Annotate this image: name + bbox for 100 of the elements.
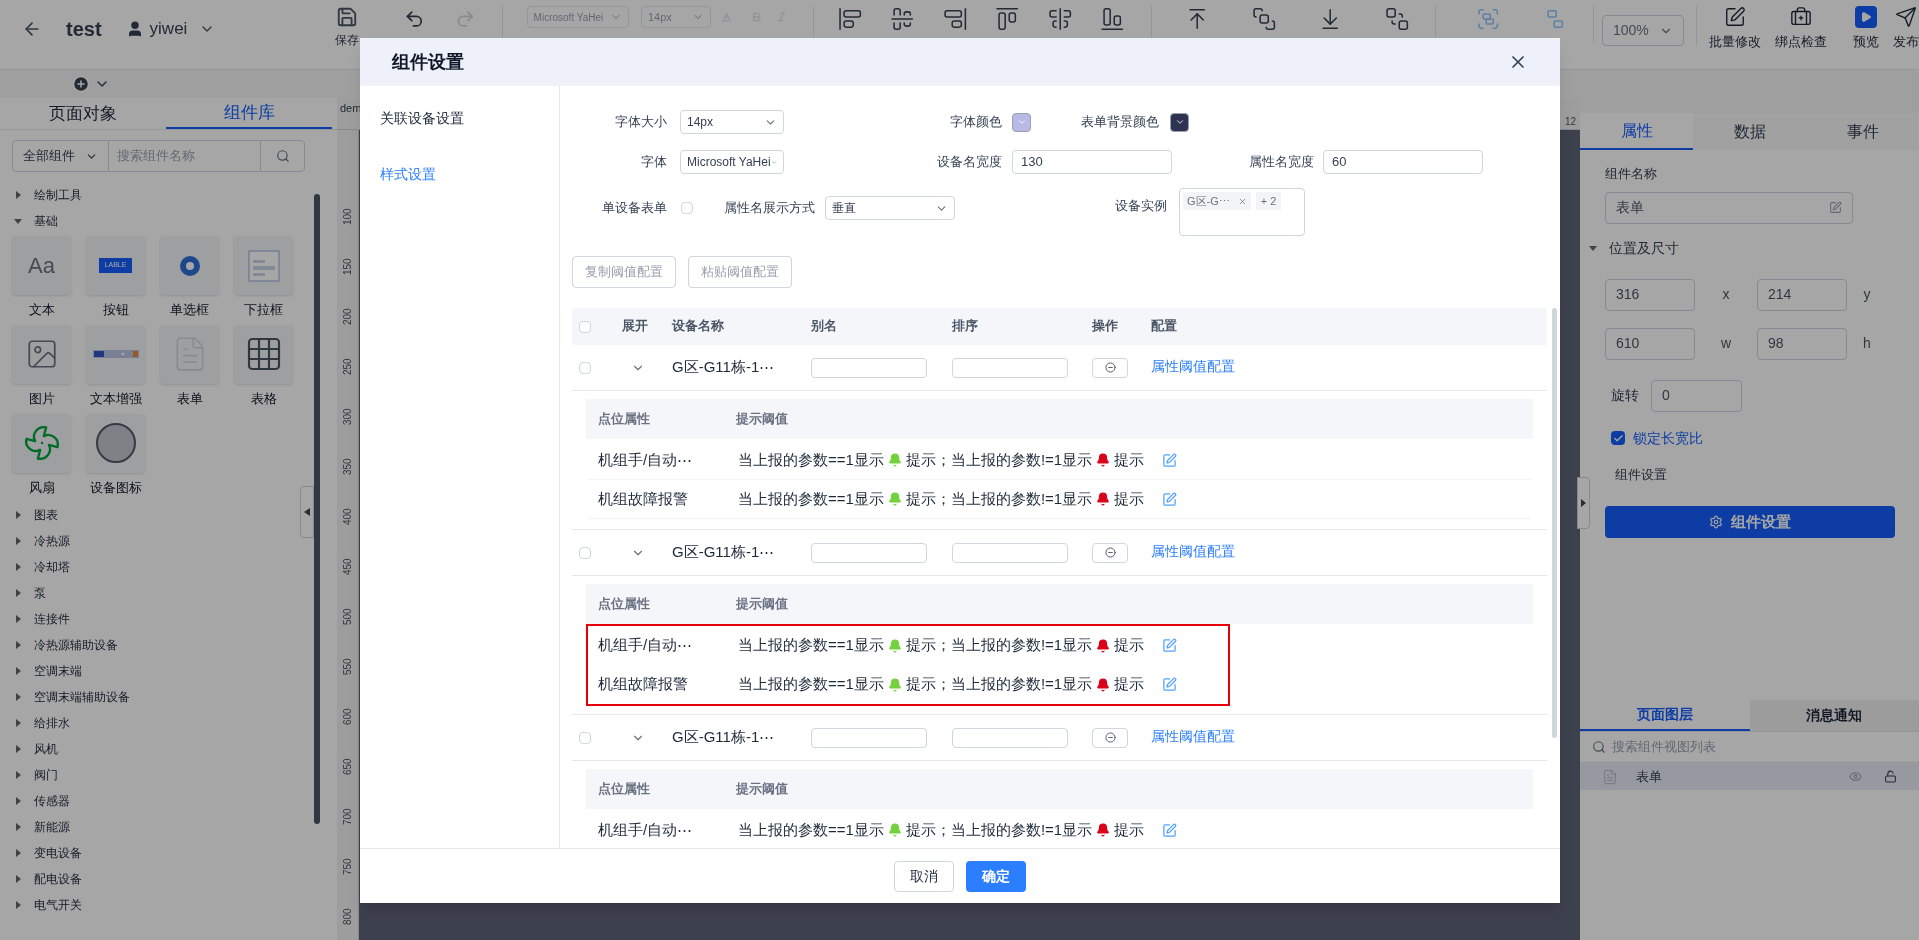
panel-tab[interactable]: 数据: [1693, 113, 1806, 150]
font-color-icon[interactable]: [721, 11, 733, 23]
checkbox[interactable]: [579, 361, 591, 374]
threshold-link[interactable]: 属性阈值配置: [1151, 727, 1540, 748]
category-label[interactable]: 基础: [34, 212, 58, 230]
caret-icon[interactable]: [14, 719, 22, 728]
edit-icon[interactable]: [1829, 201, 1842, 214]
filter-select[interactable]: 全部组件: [12, 140, 109, 172]
collapse-handle[interactable]: [300, 486, 314, 538]
component-tile[interactable]: [86, 413, 145, 473]
color-swatch[interactable]: [1012, 112, 1031, 132]
edit-icon[interactable]: [1162, 822, 1178, 838]
caret-icon[interactable]: [14, 901, 22, 910]
caret-icon[interactable]: [14, 797, 22, 806]
font-select[interactable]: Microsoft YaHei: [680, 150, 784, 174]
checkbox[interactable]: [579, 546, 591, 559]
panel-tab[interactable]: 事件: [1806, 113, 1919, 150]
threshold-link[interactable]: 属性阈值配置: [1151, 542, 1540, 563]
category-label[interactable]: 配电设备: [34, 870, 82, 889]
panel-tab[interactable]: 组件库: [166, 98, 332, 129]
section-title[interactable]: 位置及尺寸: [1609, 237, 1679, 259]
category-label[interactable]: 空调末端: [34, 662, 82, 681]
category-label[interactable]: 传感器: [34, 792, 70, 811]
category-label[interactable]: 图表: [34, 506, 58, 525]
caret-icon[interactable]: [14, 217, 22, 225]
caret-icon[interactable]: [14, 667, 22, 676]
edit-icon[interactable]: [1162, 677, 1178, 692]
component-tile[interactable]: Aa: [12, 236, 71, 295]
category-label[interactable]: 风机: [34, 740, 58, 759]
scrollbar[interactable]: [1552, 308, 1557, 738]
color-swatch[interactable]: [1170, 112, 1189, 132]
number-field[interactable]: 316: [1605, 278, 1695, 311]
component-tile[interactable]: [234, 324, 293, 384]
number-field[interactable]: 98: [1757, 327, 1847, 360]
number-field[interactable]: 60: [1323, 150, 1483, 174]
align-center-icon[interactable]: [890, 6, 915, 32]
category-label[interactable]: 绘制工具: [34, 186, 82, 204]
component-tile[interactable]: [12, 413, 71, 473]
category-label[interactable]: 连接件: [34, 610, 70, 629]
caret-icon[interactable]: [14, 511, 22, 520]
alias-field[interactable]: [811, 357, 927, 378]
font-size-select[interactable]: 14px: [680, 110, 784, 134]
edit-icon[interactable]: [1162, 452, 1178, 468]
category-label[interactable]: 新能源: [34, 818, 70, 837]
caret-icon[interactable]: [1589, 244, 1597, 252]
panel-tab[interactable]: 属性: [1580, 113, 1693, 150]
confirm-button[interactable]: 确定: [966, 860, 1026, 892]
order-field[interactable]: [952, 357, 1068, 378]
edit-icon[interactable]: [1162, 638, 1178, 653]
edit-icon[interactable]: [1162, 491, 1178, 507]
caret-icon[interactable]: [14, 563, 22, 572]
category-label[interactable]: 空调末端辅助设备: [34, 688, 130, 707]
category-label[interactable]: 给排水: [34, 714, 70, 733]
align-left-icon[interactable]: [838, 6, 863, 32]
display-select[interactable]: 垂直: [825, 196, 955, 220]
alias-field[interactable]: [811, 542, 927, 563]
zoom-select[interactable]: 100%: [1601, 15, 1684, 46]
panel-tab[interactable]: 消息通知: [1749, 700, 1919, 731]
unlock-icon[interactable]: [1884, 770, 1897, 783]
align-bottom-icon[interactable]: [1100, 6, 1125, 32]
align-right-icon[interactable]: [942, 6, 968, 32]
add-icon[interactable]: [72, 75, 90, 93]
toolbar-button[interactable]: 发布: [1892, 6, 1919, 52]
checkbox[interactable]: [579, 731, 591, 744]
caret-icon[interactable]: [14, 589, 22, 598]
remove-button[interactable]: [1092, 542, 1128, 563]
checkbox-label[interactable]: 锁定长宽比: [1633, 427, 1703, 449]
toolbar-button[interactable]: 预览: [1852, 6, 1879, 52]
checkbox[interactable]: [681, 202, 693, 214]
number-field[interactable]: 130: [1012, 150, 1172, 174]
category-label[interactable]: 冷热源: [34, 532, 70, 551]
caret-icon[interactable]: [14, 875, 22, 884]
caret-icon[interactable]: [14, 745, 22, 754]
component-tile[interactable]: [160, 236, 219, 295]
category-label[interactable]: 冷却塔: [34, 558, 70, 577]
component-tile[interactable]: [234, 236, 293, 295]
search-field[interactable]: 搜索组件名称: [109, 140, 260, 172]
layer-item[interactable]: 表单: [1580, 763, 1919, 790]
remove-button[interactable]: [1092, 357, 1128, 378]
nav-item[interactable]: 关联设备设置: [380, 108, 559, 129]
category-label[interactable]: 电气开关: [34, 896, 82, 915]
align-top-icon[interactable]: [995, 6, 1020, 32]
threshold-link[interactable]: 属性阈值配置: [1151, 357, 1540, 378]
collapse-handle[interactable]: [1577, 477, 1590, 529]
order-field[interactable]: [952, 727, 1068, 748]
send-back-icon[interactable]: [1384, 6, 1410, 32]
cancel-button[interactable]: 取消: [894, 860, 954, 892]
instance-tag[interactable]: G区-G⋯: [1183, 192, 1251, 210]
number-field[interactable]: 610: [1605, 327, 1695, 360]
component-tile[interactable]: [86, 324, 145, 384]
align-middle-icon[interactable]: [1047, 6, 1073, 32]
caret-icon[interactable]: [14, 641, 22, 650]
checkbox[interactable]: [1611, 431, 1625, 445]
name-field[interactable]: 表单: [1605, 191, 1853, 224]
category-label[interactable]: 变电设备: [34, 844, 82, 863]
panel-tab[interactable]: 页面对象: [0, 98, 166, 129]
remove-button[interactable]: [1092, 727, 1128, 748]
caret-icon[interactable]: [14, 693, 22, 702]
caret-icon[interactable]: [14, 615, 22, 624]
caret-icon[interactable]: [14, 823, 22, 832]
